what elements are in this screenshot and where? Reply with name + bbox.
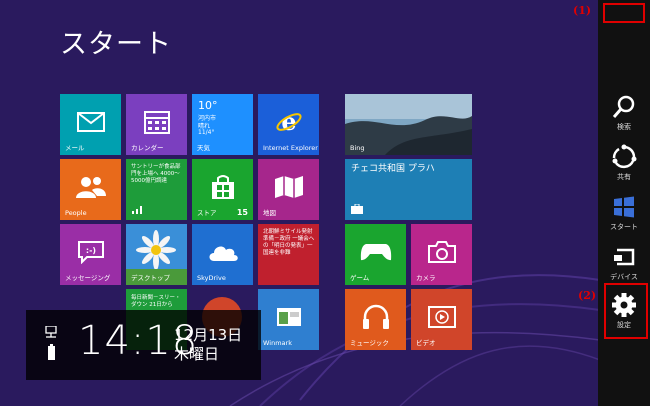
annotation-box-1: [603, 3, 645, 23]
messaging-icon: :-): [77, 241, 104, 265]
tile-label: ミュージック: [350, 339, 389, 347]
search-icon: [612, 95, 635, 118]
tile-weather[interactable]: 10° 河内市 晴れ 11/4° 天気: [192, 94, 253, 155]
tile-desktop[interactable]: デスクトップ: [126, 224, 187, 285]
game-controller-icon: [360, 244, 391, 261]
weather-temp: 10°: [198, 99, 218, 112]
tile-video[interactable]: ビデオ: [411, 289, 472, 350]
tile-store[interactable]: ストア 15: [192, 159, 253, 220]
charm-start[interactable]: スタート: [598, 188, 650, 238]
annotation-box-2: [604, 283, 648, 339]
tile-label: メール: [65, 144, 85, 152]
svg-text:e: e: [281, 108, 296, 136]
charm-search[interactable]: 検索: [598, 88, 650, 138]
tile-travel[interactable]: チェコ共和国 プラハ: [345, 159, 472, 220]
finance-chart-icon: [132, 206, 142, 214]
tile-label: Internet Explorer: [263, 144, 318, 152]
annotation-marker-1: (1): [573, 4, 592, 17]
tile-music[interactable]: ミュージック: [345, 289, 406, 350]
map-icon: [274, 176, 303, 199]
tile-news[interactable]: サントリーが食品部門を上場へ 4000～5000億円調達: [126, 159, 187, 220]
share-icon: [612, 144, 637, 169]
suitcase-icon: [351, 204, 363, 214]
charm-label: デバイス: [610, 273, 638, 281]
tile-label: 地図: [263, 209, 276, 217]
store-bag-icon: [211, 175, 234, 200]
network-battery-icons: [45, 326, 57, 360]
tile-label: ビデオ: [416, 339, 436, 347]
charm-label: スタート: [610, 223, 638, 231]
tile-games[interactable]: ゲーム: [345, 224, 406, 285]
tile-label: カレンダー: [131, 144, 164, 152]
tile-label: 天気: [197, 144, 210, 152]
tile-label: メッセージング: [65, 274, 111, 282]
clock-weekday: 木曜日: [174, 345, 220, 363]
mail-icon: [76, 112, 105, 133]
window-screenshot-icon: [276, 308, 301, 327]
tile-label: People: [65, 209, 87, 217]
people-icon: [75, 177, 106, 199]
travel-title: チェコ共和国 プラハ: [351, 164, 435, 174]
tile-skydrive[interactable]: SkyDrive: [192, 224, 253, 285]
clock-date: 12月13日 木曜日: [174, 326, 242, 364]
tile-mail[interactable]: メール: [60, 94, 121, 155]
weather-range: 11/4°: [198, 129, 215, 136]
clock-date-day: 12月13日: [174, 326, 243, 344]
tile-label: SkyDrive: [197, 274, 226, 282]
calendar-icon: [143, 111, 170, 135]
charm-share[interactable]: 共有: [598, 138, 650, 188]
internet-explorer-icon: e: [275, 108, 302, 136]
tile-winmark[interactable]: Winmark: [258, 289, 319, 350]
tile-label: Bing: [350, 144, 365, 152]
charm-label: 共有: [617, 173, 631, 181]
tile-calendar[interactable]: カレンダー: [126, 94, 187, 155]
tile-camera[interactable]: カメラ: [411, 224, 472, 285]
charm-label: 検索: [617, 123, 631, 131]
charms-bar: 検索 共有 スタート デバイス 設定: [598, 0, 650, 406]
tile-maps[interactable]: 地図: [258, 159, 319, 220]
tile-people[interactable]: People: [60, 159, 121, 220]
tile-messaging[interactable]: :-) メッセージング: [60, 224, 121, 285]
tile-news-2[interactable]: 北朝鮮ミサイル発射準備－政府 一議会への「明日の発表」一国連を非難: [258, 224, 319, 285]
devices-icon: [614, 248, 635, 266]
clock-panel: 14:18 12月13日 木曜日: [26, 310, 261, 380]
store-badge: 15: [236, 208, 248, 217]
tile-label: ゲーム: [350, 274, 370, 282]
svg-text::-): :-): [85, 246, 95, 255]
news-headline: サントリーが食品部門を上場へ 4000～5000億円調達: [131, 164, 181, 184]
tile-label: デスクトップ: [131, 274, 170, 282]
camera-icon: [427, 241, 456, 264]
tile-label: カメラ: [416, 274, 436, 282]
tile-internet-explorer[interactable]: e Internet Explorer: [258, 94, 319, 155]
tile-bing[interactable]: Bing: [345, 94, 472, 155]
finance-headline: 毎日新聞－スリー・ダウン 21日から: [131, 295, 181, 308]
video-play-icon: [427, 306, 456, 329]
news2-headline: 北朝鮮ミサイル発射準備－政府 一議会への「明日の発表」一国連を非難: [263, 229, 315, 256]
tile-label: ストア: [197, 209, 217, 217]
start-title: スタート: [60, 29, 172, 60]
annotation-marker-2: (2): [578, 289, 597, 302]
cloud-icon: [209, 246, 238, 262]
tile-label: Winmark: [263, 339, 292, 347]
headphones-icon: [362, 304, 389, 330]
windows-logo-icon: [614, 196, 634, 218]
charm-devices[interactable]: デバイス: [598, 238, 650, 288]
